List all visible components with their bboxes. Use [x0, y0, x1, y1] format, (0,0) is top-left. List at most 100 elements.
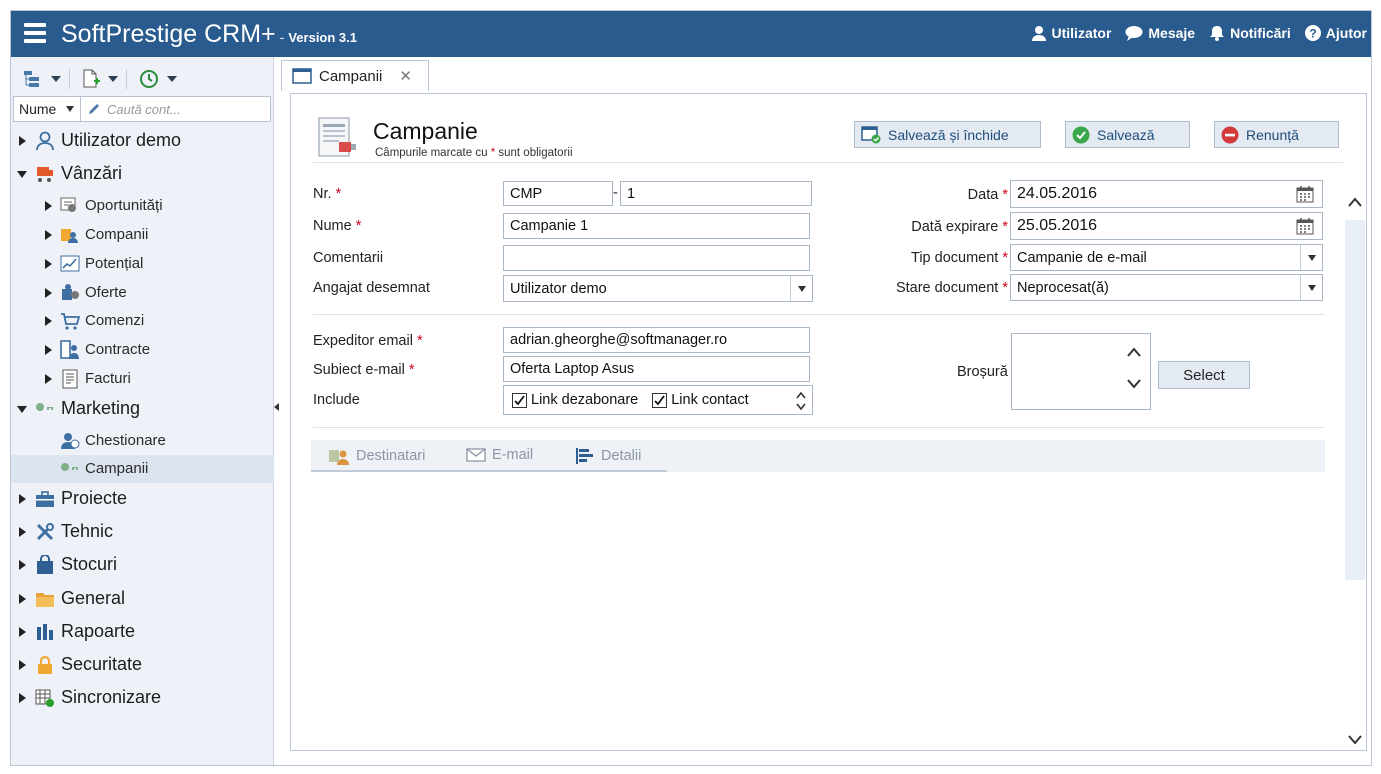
expand-arrow-icon[interactable]	[45, 345, 52, 355]
history-dropdown-icon[interactable]	[167, 76, 177, 82]
tree-item-vanzari[interactable]: Vânzări	[11, 160, 274, 188]
chart-icon	[60, 254, 80, 274]
header-link-help[interactable]: ? Ajutor	[1304, 25, 1367, 41]
checkbox-box[interactable]	[512, 392, 527, 408]
tree-item-label: Vânzări	[61, 163, 123, 183]
tip-select[interactable]: Campanie de e-mail	[1010, 244, 1323, 271]
spinner-updown-icon[interactable]	[795, 389, 807, 413]
contracts-icon	[60, 340, 80, 360]
checkbox-box[interactable]	[652, 392, 668, 408]
angajat-select[interactable]: Utilizator demo	[503, 275, 813, 302]
scroll-up-icon[interactable]	[1347, 196, 1363, 208]
chevron-down-icon[interactable]	[1300, 275, 1322, 300]
sidebar-collapse-icon[interactable]	[274, 403, 279, 411]
expand-arrow-icon[interactable]	[45, 230, 52, 240]
tree-item-oferte[interactable]: Oferte	[11, 280, 274, 306]
scroll-down-icon[interactable]	[1347, 734, 1363, 746]
expand-arrow-icon[interactable]	[45, 259, 52, 269]
input-value: 24.05.2016	[1017, 185, 1098, 202]
scrollbar-track[interactable]	[1345, 220, 1365, 580]
tree-item-securitate[interactable]: Securitate	[11, 651, 274, 679]
expand-arrow-icon[interactable]	[19, 660, 26, 670]
tree-item-campanii[interactable]: Campanii	[11, 455, 274, 483]
comentarii-input[interactable]	[503, 245, 810, 271]
tree-item-general[interactable]: General	[11, 585, 274, 613]
expand-arrow-icon[interactable]	[19, 527, 26, 537]
bag-icon	[35, 555, 55, 575]
header-link-user[interactable]: Utilizator	[1031, 25, 1111, 41]
data-input[interactable]: 24.05.2016	[1010, 180, 1323, 208]
tab-detalii[interactable]: Detalii	[575, 447, 641, 465]
search-field-select[interactable]: Nume	[13, 96, 81, 122]
tree-item-label: Contracte	[85, 341, 151, 358]
expand-arrow-icon[interactable]	[19, 594, 26, 604]
tree-item-oportunitati[interactable]: Oportunități	[11, 193, 274, 219]
subiect-input[interactable]: Oferta Laptop Asus	[503, 356, 810, 382]
select-value: Utilizator demo	[510, 280, 607, 297]
expand-arrow-icon[interactable]	[19, 136, 26, 146]
tree-item-facturi[interactable]: Facturi	[11, 366, 274, 392]
tree-item-tehnic[interactable]: Tehnic	[11, 518, 274, 546]
history-button[interactable]	[135, 67, 163, 91]
search-input[interactable]: Caută cont...	[81, 96, 271, 122]
expeditor-input[interactable]: adrian.gheorghe@softmanager.ro	[503, 327, 810, 353]
expand-arrow-icon[interactable]	[19, 627, 26, 637]
window-icon	[292, 68, 312, 84]
briefcase-icon	[35, 489, 55, 509]
save-button[interactable]: Salvează	[1065, 121, 1190, 148]
collapse-arrow-icon[interactable]	[17, 171, 27, 178]
expand-arrow-icon[interactable]	[45, 374, 52, 384]
tree-item-sincronizare[interactable]: Sincronizare	[11, 684, 274, 712]
form-subtitle: Câmpurile marcate cu * sunt obligatorii	[375, 147, 573, 159]
header-link-notifications[interactable]: Notificări	[1209, 25, 1291, 41]
select-button[interactable]: Select	[1158, 361, 1250, 389]
link-contact-checkbox[interactable]: Link contact	[652, 392, 749, 408]
link-dezabonare-checkbox[interactable]: Link dezabonare	[512, 392, 638, 408]
tree-item-chestionare[interactable]: Chestionare	[11, 428, 274, 454]
app-header: SoftPrestige CRM+ - Version 3.1 Utilizator…	[11, 11, 1371, 57]
tab-email[interactable]: E-mail	[466, 447, 533, 463]
lock-icon	[35, 655, 55, 675]
tab-campanii[interactable]: Campanii ✕	[281, 60, 429, 91]
collapse-arrow-icon[interactable]	[17, 406, 27, 413]
tree-item-contracte[interactable]: Contracte	[11, 337, 274, 363]
tree-view-dropdown-icon[interactable]	[51, 76, 61, 82]
scroll-down-icon[interactable]	[1126, 378, 1142, 390]
chevron-down-icon[interactable]	[790, 276, 812, 301]
expand-arrow-icon[interactable]	[19, 693, 26, 703]
tree-item-rapoarte[interactable]: Rapoarte	[11, 618, 274, 646]
stare-select[interactable]: Neprocesat(ă)	[1010, 274, 1323, 301]
hamburger-menu-icon[interactable]	[24, 23, 46, 43]
expand-arrow-icon[interactable]	[19, 494, 26, 504]
header-link-messages[interactable]: Mesaje	[1125, 25, 1195, 41]
cancel-button[interactable]: Renunță	[1214, 121, 1339, 148]
tree-item-potential[interactable]: Potențial	[11, 251, 274, 277]
nume-input[interactable]: Campanie 1	[503, 213, 810, 239]
tree-item-comenzi[interactable]: Comenzi	[11, 308, 274, 334]
calendar-icon[interactable]	[1288, 213, 1322, 239]
expand-arrow-icon[interactable]	[45, 288, 52, 298]
nr-value-input[interactable]: 1	[620, 181, 812, 206]
expand-arrow-icon[interactable]	[19, 560, 26, 570]
tree-item-utilizator-demo[interactable]: Utilizator demo	[11, 127, 274, 155]
nr-prefix-input[interactable]: CMP	[503, 181, 613, 206]
tab-close-icon[interactable]: ✕	[399, 67, 412, 85]
tree-item-proiecte[interactable]: Proiecte	[11, 485, 274, 513]
new-document-dropdown-icon[interactable]	[108, 76, 118, 82]
tab-destinatari[interactable]: Destinatari	[328, 447, 425, 465]
tree-item-companii[interactable]: Companii	[11, 222, 274, 248]
calendar-icon[interactable]	[1288, 181, 1322, 207]
save-close-button[interactable]: Salvează și închide	[854, 121, 1041, 148]
app-name: SoftPrestige CRM+	[61, 20, 276, 48]
tree-view-button[interactable]	[19, 67, 47, 91]
tree-item-marketing[interactable]: Marketing	[11, 395, 274, 423]
expirare-input[interactable]: 25.05.2016	[1010, 212, 1323, 240]
new-document-button[interactable]	[78, 67, 104, 91]
brosura-image-box[interactable]	[1011, 333, 1151, 410]
tree-item-stocuri[interactable]: Stocuri	[11, 551, 274, 579]
expand-arrow-icon[interactable]	[45, 201, 52, 211]
form-scrollbar[interactable]	[1344, 176, 1366, 750]
chevron-down-icon[interactable]	[1300, 245, 1322, 270]
scroll-up-icon[interactable]	[1126, 346, 1142, 358]
expand-arrow-icon[interactable]	[45, 316, 52, 326]
